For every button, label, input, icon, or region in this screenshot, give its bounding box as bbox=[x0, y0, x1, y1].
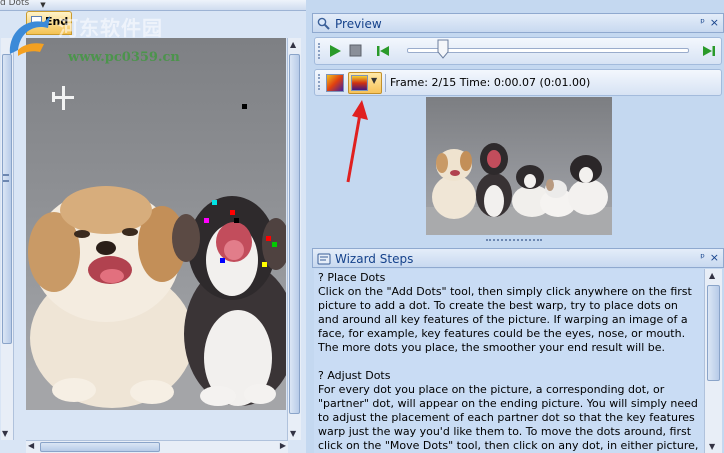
toolbar-grip-icon[interactable] bbox=[318, 74, 321, 90]
wizard-scrollbar-thumb[interactable] bbox=[707, 285, 720, 381]
pane-splitter[interactable] bbox=[486, 239, 542, 243]
toolbar-separator bbox=[385, 74, 386, 92]
playback-slider-thumb[interactable] bbox=[437, 39, 449, 59]
editor-pane: d Dots ▼ End ▼ ▲ ▼ ◀ ▶ 河东软件园 www.pc0359.… bbox=[0, 0, 306, 453]
canvas-horizontal-scrollbar[interactable]: ◀ ▶ bbox=[26, 440, 288, 453]
canvas-horizontal-scrollbar-thumb[interactable] bbox=[40, 442, 160, 452]
color-swatch-button[interactable] bbox=[326, 74, 344, 92]
stop-button[interactable] bbox=[349, 44, 362, 57]
time-current: 0:00.07 bbox=[493, 76, 537, 89]
previous-frame-icon bbox=[380, 46, 389, 56]
previous-frame-button[interactable] bbox=[375, 43, 391, 59]
frame-info: Frame: 2/15 Time: 0:00.07 (0:01.00) bbox=[390, 76, 590, 89]
scroll-up-icon[interactable]: ▲ bbox=[290, 40, 296, 49]
puppies-preview-picture bbox=[426, 143, 612, 235]
scroll-right-icon[interactable]: ▶ bbox=[280, 441, 286, 450]
scroll-down-icon[interactable]: ▼ bbox=[709, 442, 715, 451]
playback-toolbar bbox=[314, 37, 722, 65]
time-label: Time: bbox=[459, 76, 491, 89]
stop-icon bbox=[349, 44, 362, 57]
preview-pane-header: Preview ᵖ × bbox=[312, 13, 724, 33]
puppy-picture bbox=[26, 86, 286, 410]
wizard-step-place-dots: ? Place Dots Click on the "Add Dots" too… bbox=[318, 271, 692, 354]
watermark-url: www.pc0359.cn bbox=[68, 50, 180, 65]
next-frame-icon bbox=[703, 46, 712, 56]
wizard-pane-title: Wizard Steps bbox=[335, 252, 414, 266]
frame-current: 2/15 bbox=[431, 76, 457, 89]
close-icon[interactable]: × bbox=[710, 16, 719, 29]
playback-slider-track[interactable] bbox=[407, 48, 689, 53]
watermark: 河东软件园 www.pc0359.cn bbox=[0, 8, 210, 66]
frame-label: Frame: bbox=[390, 76, 428, 89]
warp-dot[interactable] bbox=[262, 262, 267, 267]
pane-scrollbar[interactable]: ▼ bbox=[1, 38, 14, 440]
warp-dot[interactable] bbox=[230, 210, 235, 215]
gradient-swatch-icon bbox=[351, 75, 368, 91]
warp-dot[interactable] bbox=[272, 242, 277, 247]
preview-area bbox=[314, 97, 722, 237]
watermark-logo bbox=[9, 16, 50, 56]
pin-icon[interactable]: ᵖ bbox=[700, 251, 705, 264]
pane-scrollbar-thumb[interactable] bbox=[2, 54, 12, 344]
warp-dot[interactable] bbox=[212, 200, 217, 205]
scroll-left-icon[interactable]: ◀ bbox=[28, 441, 34, 450]
wizard-step-adjust-dots: ? Adjust Dots For every dot you place on… bbox=[318, 369, 699, 452]
frame-toolbar: ▼ Frame: 2/15 Time: 0:00.07 (0:01.00) bbox=[314, 69, 722, 96]
wizard-pane-header: Wizard Steps ᵖ × bbox=[312, 248, 724, 268]
wizard-scrollbar[interactable]: ▲ ▼ bbox=[704, 269, 722, 453]
watermark-text: 河东软件园 bbox=[58, 16, 163, 40]
warp-dot[interactable] bbox=[234, 218, 239, 223]
airplane-icon bbox=[52, 86, 74, 110]
warp-dot[interactable] bbox=[220, 258, 225, 263]
close-icon[interactable]: × bbox=[710, 251, 719, 264]
scroll-up-icon[interactable]: ▲ bbox=[709, 271, 715, 280]
pin-icon[interactable]: ᵖ bbox=[700, 16, 705, 29]
grip-icon bbox=[3, 174, 9, 182]
preview-thumbnail[interactable] bbox=[426, 97, 612, 235]
play-button[interactable] bbox=[327, 43, 343, 59]
canvas-vertical-scrollbar-thumb[interactable] bbox=[289, 54, 300, 414]
toolbar-grip-icon[interactable] bbox=[318, 43, 321, 59]
gradient-swatch-dropdown[interactable]: ▼ bbox=[348, 72, 382, 94]
preview-pane-title: Preview bbox=[335, 17, 382, 31]
wizard-icon bbox=[317, 253, 331, 265]
next-frame-button[interactable] bbox=[701, 43, 717, 59]
end-picture-canvas[interactable] bbox=[26, 38, 286, 410]
time-total: (0:01.00) bbox=[539, 76, 591, 89]
scroll-down-icon[interactable]: ▼ bbox=[2, 429, 8, 438]
wizard-steps-text: ? Place Dots Click on the "Add Dots" too… bbox=[314, 269, 704, 453]
annotation-arrow-icon bbox=[346, 100, 368, 183]
play-icon bbox=[330, 45, 341, 57]
scroll-down-icon[interactable]: ▼ bbox=[290, 429, 296, 438]
toolbar-strip-label: d Dots bbox=[0, 0, 30, 8]
chevron-down-icon[interactable]: ▼ bbox=[371, 76, 377, 85]
warp-dot[interactable] bbox=[242, 104, 247, 109]
canvas-vertical-scrollbar[interactable]: ▲ ▼ bbox=[287, 38, 301, 440]
warp-dot[interactable] bbox=[266, 236, 271, 241]
warp-dot[interactable] bbox=[204, 218, 209, 223]
magnifier-icon bbox=[317, 17, 330, 30]
